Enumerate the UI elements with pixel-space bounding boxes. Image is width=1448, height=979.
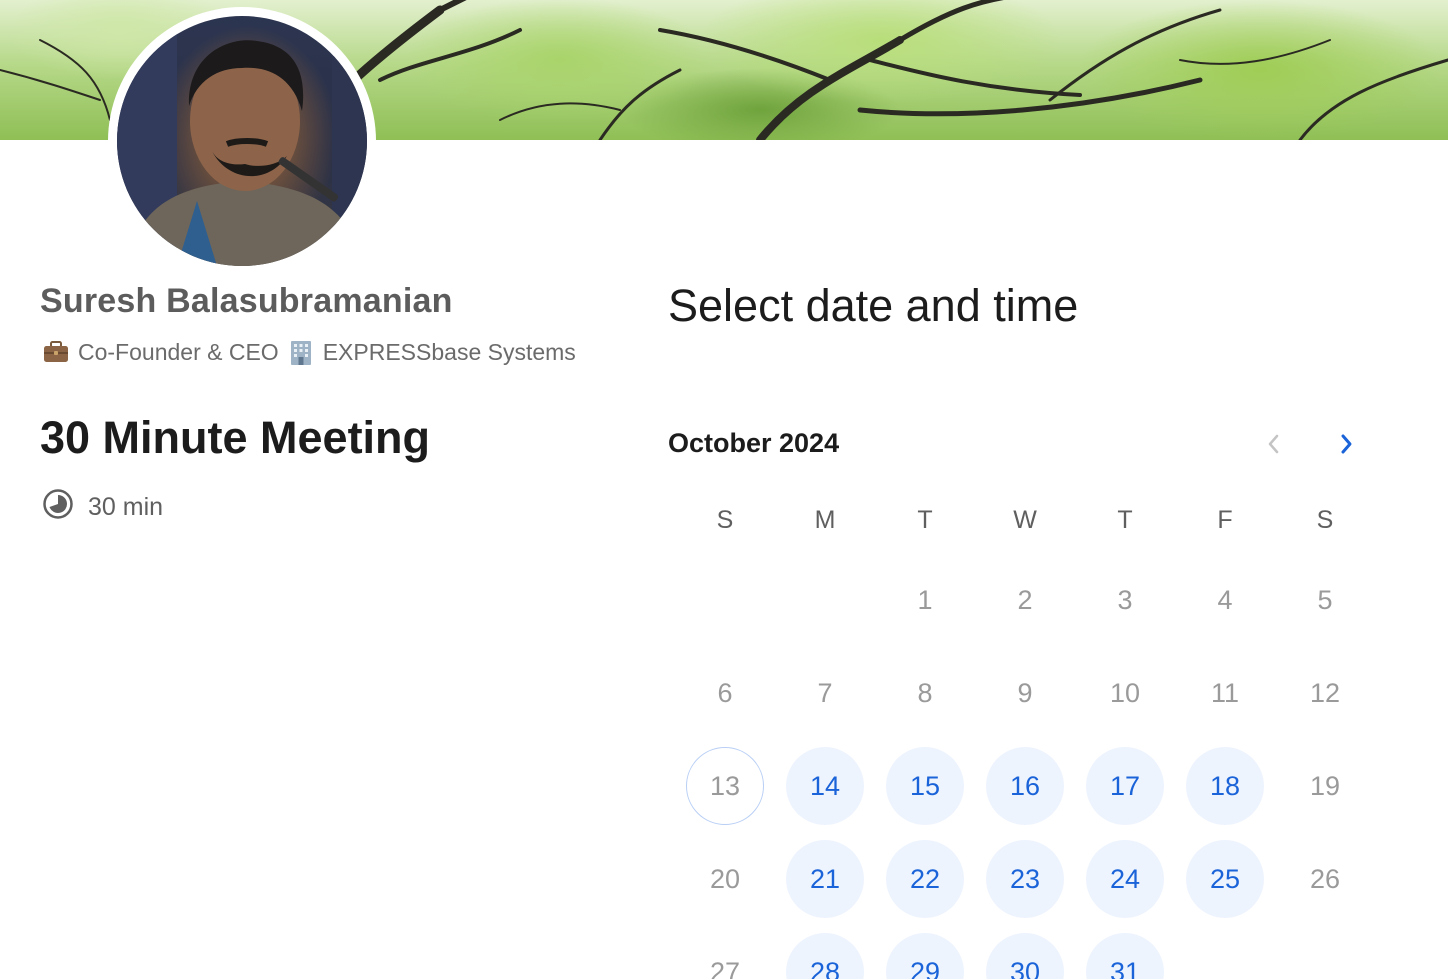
calendar-day-17[interactable]: 17: [1086, 747, 1164, 825]
calendar-day-24[interactable]: 24: [1086, 840, 1164, 918]
host-role: Co-Founder & CEO: [78, 338, 279, 365]
calendar-day-30[interactable]: 30: [986, 933, 1064, 979]
calendar-day-2: 2: [1017, 584, 1033, 615]
current-month: October 2024: [668, 428, 840, 458]
calendar-day-31[interactable]: 31: [1086, 933, 1164, 979]
previous-month-button[interactable]: [1254, 424, 1294, 464]
clock-icon: [42, 488, 74, 527]
weekday-friday: F: [1217, 506, 1233, 534]
calendar-day-11: 11: [1210, 677, 1240, 708]
calendar-day-14[interactable]: 14: [786, 747, 864, 825]
calendar-day-16[interactable]: 16: [986, 747, 1064, 825]
calendar-day-12: 12: [1309, 677, 1341, 708]
calendar-day-23[interactable]: 23: [986, 840, 1064, 918]
weekday-saturday: S: [1316, 506, 1334, 534]
briefcase-icon: [42, 338, 70, 366]
calendar-day-13: 13: [686, 747, 764, 825]
calendar-day-18[interactable]: 18: [1186, 747, 1264, 825]
meeting-duration: 30 min: [42, 488, 164, 523]
meeting-title: 30 Minute Meeting: [40, 412, 431, 463]
host-avatar: [108, 7, 376, 275]
calendar-day-10: 10: [1109, 677, 1141, 708]
chevron-right-icon: [1341, 434, 1352, 454]
next-month-button[interactable]: [1326, 424, 1366, 464]
host-name: Suresh Balasubramanian: [40, 282, 453, 320]
calendar-day-25[interactable]: 25: [1186, 840, 1264, 918]
calendar-day-27: 27: [709, 956, 741, 979]
weekday-wednesday: W: [1013, 506, 1037, 534]
building-icon: [287, 338, 315, 366]
calendar-day-21[interactable]: 21: [786, 840, 864, 918]
host-company: EXPRESSbase Systems: [322, 338, 576, 365]
host-meta: Co-Founder & CEO EXPRESSbase Systems: [42, 338, 576, 366]
duration-label: 30 min: [88, 492, 164, 521]
calendar-day-9: 9: [1017, 677, 1033, 708]
weekday-tuesday: T: [917, 506, 933, 534]
calendar-day-28[interactable]: 28: [786, 933, 864, 979]
calendar-day-8: 8: [917, 677, 933, 708]
weekday-thursday: T: [1117, 506, 1133, 534]
calendar-day-19: 19: [1309, 770, 1341, 801]
scheduler-title: Select date and time: [668, 280, 1079, 331]
calendar-day-22[interactable]: 22: [886, 840, 964, 918]
calendar-day-29[interactable]: 29: [886, 933, 964, 979]
weekday-sunday: S: [716, 506, 734, 534]
host-photo: [117, 16, 367, 266]
calendar-day-15[interactable]: 15: [886, 747, 964, 825]
calendar-day-6: 6: [717, 677, 733, 708]
calendar-day-26: 26: [1309, 863, 1341, 894]
calendar-day-5: 5: [1317, 584, 1333, 615]
calendar-day-20: 20: [709, 863, 741, 894]
calendar-day-4: 4: [1217, 584, 1233, 615]
chevron-left-icon: [1268, 434, 1279, 454]
calendar-day-1: 1: [917, 584, 933, 615]
weekday-monday: M: [814, 506, 836, 534]
calendar-day-7: 7: [817, 677, 833, 708]
booking-page: Suresh Balasubramanian Co-Founder & CEO: [0, 0, 1448, 979]
calendar-day-3: 3: [1117, 584, 1133, 615]
